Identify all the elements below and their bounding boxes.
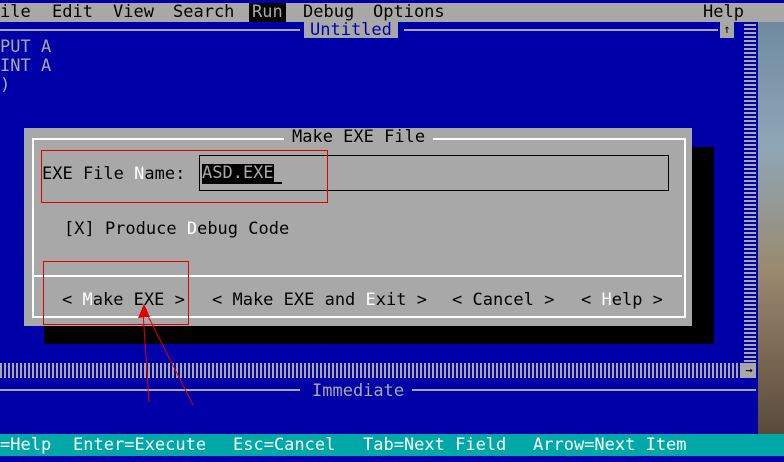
annotation-arrows bbox=[138, 304, 194, 406]
annotation-arrowhead bbox=[138, 304, 150, 318]
annotation-arrow-line bbox=[144, 309, 194, 406]
annotation-arrow-line bbox=[142, 311, 150, 403]
